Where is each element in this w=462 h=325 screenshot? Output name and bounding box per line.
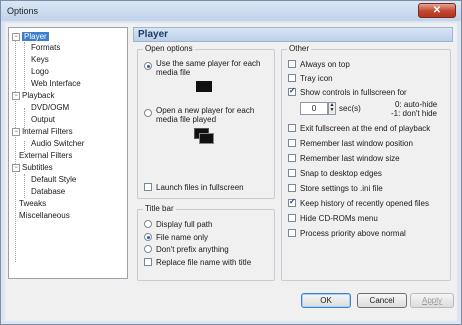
same-player-label: Use the same player for each media file [156,59,261,77]
same-player-radio[interactable] [144,62,152,70]
cancel-button[interactable]: Cancel [357,293,407,308]
tree-item-logo[interactable]: Logo [31,66,49,77]
hint-dont-hide: -1: don't hide [391,109,438,118]
remember-size-label: Remember last window size [300,154,400,163]
exit-fullscreen-checkbox[interactable] [288,124,296,132]
new-player-radio[interactable] [144,109,152,117]
tree-item-default-style[interactable]: Default Style [31,174,76,185]
tree-item-subtitles[interactable]: − Subtitles [12,162,53,173]
store-ini-checkbox[interactable] [288,184,296,192]
tree-item-internal-filters[interactable]: − Internal Filters [12,126,73,137]
dont-prefix-label: Don't prefix anything [156,245,229,254]
tree-item-label: Output [31,115,56,124]
remember-position-checkbox[interactable] [288,139,296,147]
process-priority-checkbox[interactable] [288,229,296,237]
options-tree: − Player Formats Keys Logo Web Interface … [8,27,128,279]
ok-button[interactable]: OK [301,293,351,308]
exit-fullscreen-label: Exit fullscreen at the end of playback [300,124,431,133]
tree-item-label: Audio Switcher [31,139,85,148]
close-button[interactable]: ✕ [418,3,456,18]
apply-button[interactable]: Apply [410,293,454,308]
keep-history-label: Keep history of recently opened files [300,199,429,208]
tree-item-tweaks[interactable]: Tweaks [19,198,46,209]
launch-fullscreen-label: Launch files in fullscreen [156,183,244,192]
remember-size-checkbox[interactable] [288,154,296,162]
options-window: Options ✕ − Player Formats Keys Logo Web … [0,0,462,325]
collapse-icon[interactable]: − [12,163,20,172]
dont-prefix-radio[interactable] [144,245,152,253]
show-controls-checkbox[interactable] [288,86,296,96]
open-options-group: Open options Use the same player for eac… [137,44,275,199]
tree-item-miscellaneous[interactable]: Miscellaneous [19,210,70,221]
tree-item-label: Subtitles [22,163,53,172]
file-name-only-radio[interactable] [144,233,152,241]
dialog-client: − Player Formats Keys Logo Web Interface … [5,23,457,321]
hide-cdrom-label: Hide CD-ROMs menu [300,214,378,223]
window-title: Options [7,6,39,16]
keep-history-checkbox[interactable] [288,197,296,207]
tree-item-dvd-ogm[interactable]: DVD/OGM [31,102,69,113]
launch-fullscreen-checkbox[interactable] [144,183,152,191]
tree-item-label: DVD/OGM [31,103,70,112]
always-on-top-checkbox[interactable] [288,60,296,68]
collapse-icon[interactable]: − [12,91,20,100]
seconds-stepper[interactable]: ▲ ▼ [328,102,336,115]
hint-auto-hide: 0: auto-hide [395,100,438,109]
other-group: Other Always on top Tray icon Show contr… [281,44,451,281]
tree-item-label: Default Style [31,175,77,184]
tree-item-label: Internal Filters [22,127,73,136]
title-bar[interactable]: Options ✕ [1,1,461,21]
tree-item-label: Tweaks [19,199,47,208]
snap-edges-label: Snap to desktop edges [300,169,382,178]
show-controls-label: Show controls in fullscreen for [300,88,407,97]
replace-title-label: Replace file name with title [156,258,252,267]
tree-item-label: Playback [22,91,55,100]
store-ini-label: Store settings to .ini file [300,184,383,193]
multi-window-icon-front [199,133,214,144]
group-label: Title bar [143,204,176,213]
tree-item-label: Database [31,187,66,196]
tree-item-keys[interactable]: Keys [31,54,49,65]
hide-cdrom-checkbox[interactable] [288,214,296,222]
single-window-icon [196,81,212,92]
tree-item-web-interface[interactable]: Web Interface [31,78,81,89]
tree-item-audio-switcher[interactable]: Audio Switcher [31,138,84,149]
tree-item-label: Player [22,32,49,41]
tree-item-label: Logo [31,67,49,76]
tray-icon-label: Tray icon [300,74,333,83]
tree-item-external-filters[interactable]: External Filters [19,150,72,161]
tree-item-output[interactable]: Output [31,114,55,125]
snap-edges-checkbox[interactable] [288,169,296,177]
file-name-only-label: File name only [156,233,209,242]
title-bar-group: Title bar Display full path File name on… [137,204,275,281]
tree-item-label: Keys [31,55,49,64]
tree-item-player[interactable]: − Player [12,31,49,42]
always-on-top-label: Always on top [300,60,350,69]
remember-position-label: Remember last window position [300,139,413,148]
tree-item-formats[interactable]: Formats [31,42,60,53]
tree-item-label: Web Interface [31,79,81,88]
process-priority-label: Process priority above normal [300,229,406,238]
seconds-unit-label: sec(s) [339,104,361,113]
button-bar: OK Cancel Apply [5,285,457,321]
collapse-icon[interactable]: − [12,127,20,136]
group-label: Open options [143,44,195,53]
tray-icon-checkbox[interactable] [288,74,296,82]
display-full-path-label: Display full path [156,220,213,229]
tree-item-label: Formats [31,43,61,52]
collapse-icon[interactable]: − [12,32,20,41]
replace-title-checkbox[interactable] [144,258,152,266]
tree-item-label: External Filters [19,151,73,160]
panel-title: Player [133,27,453,42]
tree-item-database[interactable]: Database [31,186,65,197]
group-label: Other [287,44,312,53]
seconds-input[interactable]: 0 [300,102,328,115]
new-player-label: Open a new player for each media file pl… [156,106,255,124]
display-full-path-radio[interactable] [144,220,152,228]
tree-item-label: Miscellaneous [19,211,70,220]
tree-item-playback[interactable]: − Playback [12,90,54,101]
